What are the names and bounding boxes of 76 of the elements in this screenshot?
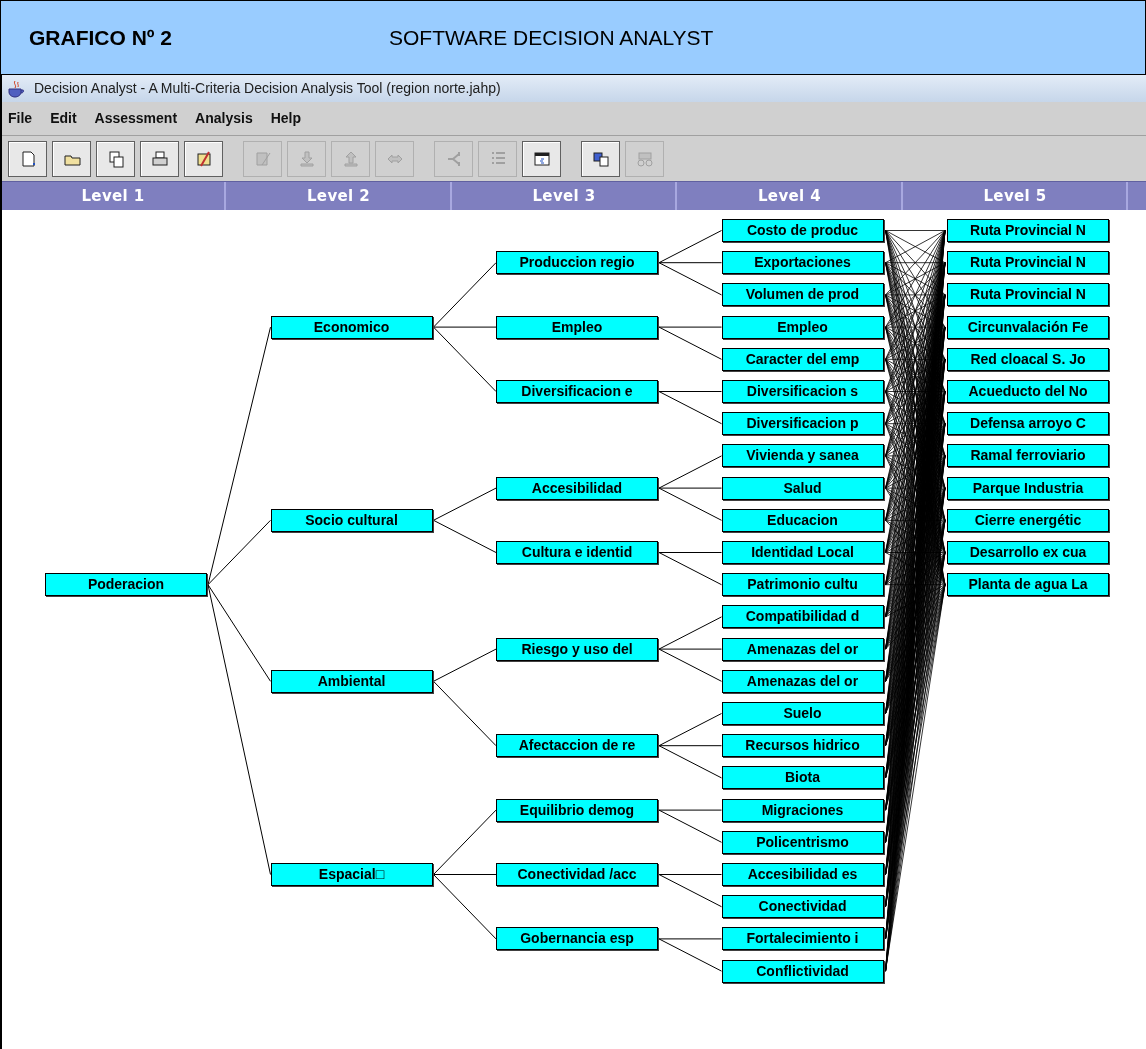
criterion-node[interactable]: Empleo bbox=[496, 315, 658, 339]
toolbar-button[interactable] bbox=[8, 140, 47, 177]
alternative-node[interactable]: Parque Industria bbox=[947, 476, 1109, 500]
criterion-node[interactable]: Salud bbox=[721, 476, 884, 500]
criterion-node[interactable]: Economico bbox=[270, 315, 433, 339]
criterion-node[interactable]: Caracter del emp bbox=[721, 347, 884, 371]
criterion-node[interactable]: Conectividad bbox=[721, 895, 884, 919]
menu-item[interactable]: Edit bbox=[50, 108, 77, 129]
criterion-node[interactable]: Conflictividad bbox=[721, 959, 884, 983]
criterion-node[interactable]: Conectividad /acc bbox=[496, 863, 658, 886]
criterion-node[interactable]: Diversificacion p bbox=[721, 412, 884, 436]
criterion-node[interactable]: Identidad Local bbox=[721, 541, 884, 564]
criterion-node[interactable]: Volumen de prod bbox=[721, 283, 884, 307]
alternative-node[interactable]: Ramal ferroviario bbox=[947, 444, 1109, 468]
coffee-cup-icon bbox=[6, 79, 26, 98]
header-subtitle: SOFTWARE DECISION ANALYST bbox=[389, 24, 714, 51]
header-title: GRAFICO Nº 2 bbox=[29, 24, 173, 51]
criterion-node[interactable]: Cultura e identid bbox=[496, 541, 658, 564]
criterion-node[interactable]: Afectaccion de re bbox=[496, 734, 658, 758]
connector-line bbox=[433, 519, 497, 553]
alternative-node[interactable]: Ruta Provincial N bbox=[947, 251, 1109, 275]
criterion-node[interactable]: Equilibrio demog bbox=[496, 798, 658, 822]
print-icon bbox=[150, 149, 169, 168]
alternative-node[interactable]: Defensa arroyo C bbox=[947, 412, 1109, 436]
alternative-node[interactable]: Red cloacal S. Jo bbox=[947, 347, 1109, 371]
criterion-node[interactable]: Poderacion bbox=[45, 573, 207, 597]
criterion-node[interactable]: Biota bbox=[721, 766, 884, 790]
alternative-node[interactable]: Circunvalación Fe bbox=[947, 315, 1109, 339]
criterion-node[interactable]: Vivienda y sanea bbox=[721, 444, 884, 468]
alternative-node[interactable]: Planta de agua La bbox=[947, 573, 1109, 597]
toolbar-button[interactable] bbox=[581, 140, 620, 177]
criterion-node[interactable]: Policentrismo bbox=[721, 830, 884, 854]
criterion-node[interactable]: Costo de produc bbox=[721, 219, 884, 242]
criterion-node[interactable]: Amenazas del or bbox=[721, 637, 884, 661]
window-icon bbox=[532, 149, 551, 168]
menu-item[interactable]: Help bbox=[270, 108, 301, 129]
criterion-node[interactable]: Educacion bbox=[721, 508, 884, 532]
toolbar-button[interactable] bbox=[52, 140, 91, 177]
criterion-node[interactable]: Accesibilidad es bbox=[721, 863, 884, 886]
menu-item[interactable]: Assessment bbox=[94, 108, 178, 129]
alternative-node[interactable]: Cierre energétic bbox=[947, 508, 1109, 532]
criterion-node[interactable]: Fortalecimiento i bbox=[721, 927, 884, 951]
menu-item[interactable]: Analysis bbox=[195, 108, 253, 129]
up-icon bbox=[341, 149, 360, 168]
criterion-node[interactable]: Migraciones bbox=[721, 798, 884, 822]
criterion-node[interactable]: Diversificacion e bbox=[496, 380, 658, 403]
toolbar-button[interactable] bbox=[522, 140, 561, 177]
toolbar-button[interactable] bbox=[140, 140, 179, 177]
toolbar-button[interactable] bbox=[184, 140, 223, 177]
criterion-node[interactable]: Exportaciones bbox=[721, 251, 884, 275]
criterion-node[interactable]: Gobernancia esp bbox=[496, 927, 658, 951]
criterion-node[interactable]: Patrimonio cultu bbox=[721, 573, 884, 597]
alternative-node[interactable]: Ruta Provincial N bbox=[947, 219, 1109, 242]
criterion-node[interactable]: Produccion regio bbox=[496, 251, 658, 275]
criterion-node[interactable]: Socio cultural bbox=[270, 508, 433, 532]
criterion-node[interactable]: Espacial□ bbox=[270, 863, 433, 886]
alternative-node[interactable]: Desarrollo ex cua bbox=[947, 541, 1109, 564]
alternative-node[interactable]: Acueducto del No bbox=[947, 380, 1109, 403]
connector-line bbox=[433, 487, 497, 521]
criterion-node[interactable]: Riesgo y uso del bbox=[496, 637, 658, 661]
menu-item[interactable]: File bbox=[8, 108, 33, 129]
alternative-node[interactable]: Ruta Provincial N bbox=[947, 283, 1109, 307]
toolbar-button[interactable] bbox=[96, 140, 135, 177]
edit-icon bbox=[194, 149, 213, 168]
glasses-icon bbox=[635, 149, 654, 168]
criterion-node[interactable]: Ambiental bbox=[270, 669, 433, 693]
criterion-node[interactable]: Compatibilidad d bbox=[721, 605, 884, 629]
compare-icon bbox=[591, 149, 610, 168]
criterion-node[interactable]: Suelo bbox=[721, 702, 884, 725]
criterion-node[interactable]: Empleo bbox=[721, 315, 884, 339]
criterion-node[interactable]: Diversificacion s bbox=[721, 380, 884, 403]
window-title: Decision Analyst - A Multi-Criteria Decision Analysis Tool (region norte.jahp) bbox=[34, 79, 501, 98]
down-icon bbox=[297, 149, 316, 168]
criterion-node[interactable]: Amenazas del or bbox=[721, 669, 884, 693]
criterion-node[interactable]: Accesibilidad bbox=[496, 476, 658, 500]
criterion-node[interactable]: Recursos hidrico bbox=[721, 734, 884, 758]
